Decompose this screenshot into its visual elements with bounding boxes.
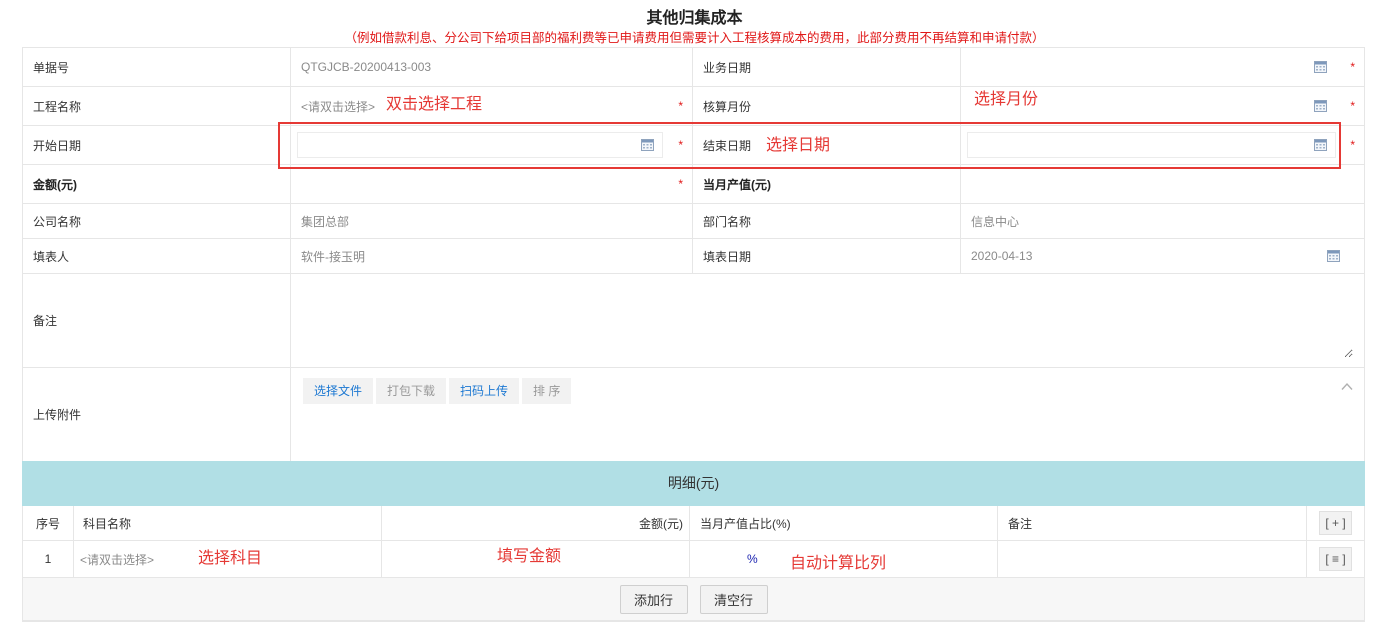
dept-value: 信息中心 <box>971 214 1020 229</box>
output-field[interactable] <box>961 165 1364 203</box>
project-label: 工程名称 <box>23 87 291 125</box>
calendar-icon[interactable] <box>1314 61 1327 73</box>
ratio-unit: % <box>747 552 758 566</box>
attach-cell: 选择文件 打包下载 扫码上传 排 序 <box>291 368 1364 461</box>
main-form: 单据号 QTGJCB-20200413-003 业务日期 * 工程名称 <请双击… <box>22 47 1365 462</box>
output-label: 当月产值(元) <box>693 165 961 203</box>
detail-section: 明细(元) 序号 科目名称 金额(元) 当月产值占比(%) 备注 [ + ] 1… <box>22 461 1365 622</box>
page-subtitle: （例如借款利息、分公司下给项目部的福利费等已申请费用但需要计入工程核算成本的费用… <box>344 31 1045 45</box>
page: 其他归集成本 （例如借款利息、分公司下给项目部的福利费等已申请费用但需要计入工程… <box>0 0 1389 643</box>
form-row-remark: 备注 <box>23 274 1364 368</box>
add-row-button[interactable]: 添加行 <box>619 584 688 614</box>
detail-footer: 添加行 清空行 <box>23 578 1364 621</box>
required-mark: * <box>678 99 683 113</box>
add-column-row-button[interactable]: [ + ] <box>1319 511 1352 535</box>
filler-value: 软件-接玉明 <box>291 239 693 273</box>
sort-button[interactable]: 排 序 <box>522 378 572 404</box>
project-placeholder: <请双击选择> <box>301 99 376 114</box>
amount-label: 金额(元) <box>23 165 291 203</box>
fill-date-label: 填表日期 <box>693 239 961 273</box>
detail-header-row: 序号 科目名称 金额(元) 当月产值占比(%) 备注 [ + ] <box>23 506 1364 541</box>
col-header-amount: 金额(元) <box>382 506 690 540</box>
annotation-month: 选择月份 <box>974 91 1039 108</box>
dept-label: 部门名称 <box>693 204 961 238</box>
biz-date-field[interactable]: * <box>961 48 1364 86</box>
annotation-amount: 填写金额 <box>497 548 562 565</box>
remark-cell <box>291 274 1364 367</box>
form-row-filler: 填表人 软件-接玉明 填表日期 2020-04-13 <box>23 239 1364 274</box>
scan-upload-button[interactable]: 扫码上传 <box>449 378 520 404</box>
attach-toolbar: 选择文件 打包下载 扫码上传 排 序 <box>303 378 572 404</box>
remark-label: 备注 <box>23 274 291 367</box>
form-row-attach: 上传附件 选择文件 打包下载 扫码上传 排 序 <box>23 368 1364 462</box>
fill-date-value: 2020-04-13 <box>971 249 1033 263</box>
month-label: 核算月份 <box>693 87 961 125</box>
doc-no-label: 单据号 <box>23 48 291 86</box>
filler-label: 填表人 <box>23 239 291 273</box>
subject-placeholder: <请双击选择> <box>80 552 155 567</box>
project-field[interactable]: <请双击选择> * <box>291 87 693 125</box>
company-value: 集团总部 <box>291 204 693 238</box>
fill-date-field[interactable]: 2020-04-13 <box>961 239 1364 273</box>
attach-label: 上传附件 <box>23 368 291 461</box>
required-mark: * <box>678 177 683 191</box>
col-header-no: 序号 <box>23 506 74 540</box>
annotation-ratio: 自动计算比列 <box>790 555 887 572</box>
col-header-ratio: 当月产值占比(%) <box>690 506 998 540</box>
company-label: 公司名称 <box>23 204 291 238</box>
start-date-label: 开始日期 <box>23 126 291 164</box>
col-header-remark: 备注 <box>998 506 1307 540</box>
form-row-amount: 金额(元) * 当月产值(元) <box>23 165 1364 204</box>
detail-title: 明细(元) <box>22 461 1365 506</box>
annotation-project: 双击选择工程 <box>386 96 483 113</box>
annotation-date: 选择日期 <box>766 137 831 154</box>
col-header-subject: 科目名称 <box>74 506 382 540</box>
row-actions: [ ≡ ] <box>1307 541 1364 577</box>
required-mark: * <box>1350 99 1355 113</box>
form-row-project: 工程名称 <请双击选择> * 核算月份 * <box>23 87 1364 126</box>
doc-no-value: QTGJCB-20200413-003 <box>291 48 693 86</box>
row-menu-button[interactable]: [ ≡ ] <box>1319 547 1352 571</box>
form-row-company: 公司名称 集团总部 部门名称 信息中心 <box>23 204 1364 239</box>
row-no: 1 <box>23 541 74 577</box>
col-header-actions: [ + ] <box>1307 506 1364 540</box>
calendar-icon[interactable] <box>1314 100 1327 112</box>
required-mark: * <box>1350 60 1355 74</box>
annotation-subject: 选择科目 <box>198 550 263 567</box>
amount-field[interactable]: * <box>291 165 693 203</box>
remark-textarea[interactable] <box>291 276 1353 358</box>
select-file-button[interactable]: 选择文件 <box>303 378 374 404</box>
download-all-button[interactable]: 打包下载 <box>376 378 447 404</box>
calendar-icon[interactable] <box>1327 250 1340 262</box>
row-remark-input[interactable] <box>998 541 1307 577</box>
chevron-up-icon[interactable] <box>1341 382 1353 391</box>
page-title: 其他归集成本 <box>646 10 743 27</box>
required-mark: * <box>1350 138 1355 152</box>
clear-rows-button[interactable]: 清空行 <box>699 584 768 614</box>
form-row-doc: 单据号 QTGJCB-20200413-003 业务日期 * <box>23 48 1364 87</box>
biz-date-label: 业务日期 <box>693 48 961 86</box>
